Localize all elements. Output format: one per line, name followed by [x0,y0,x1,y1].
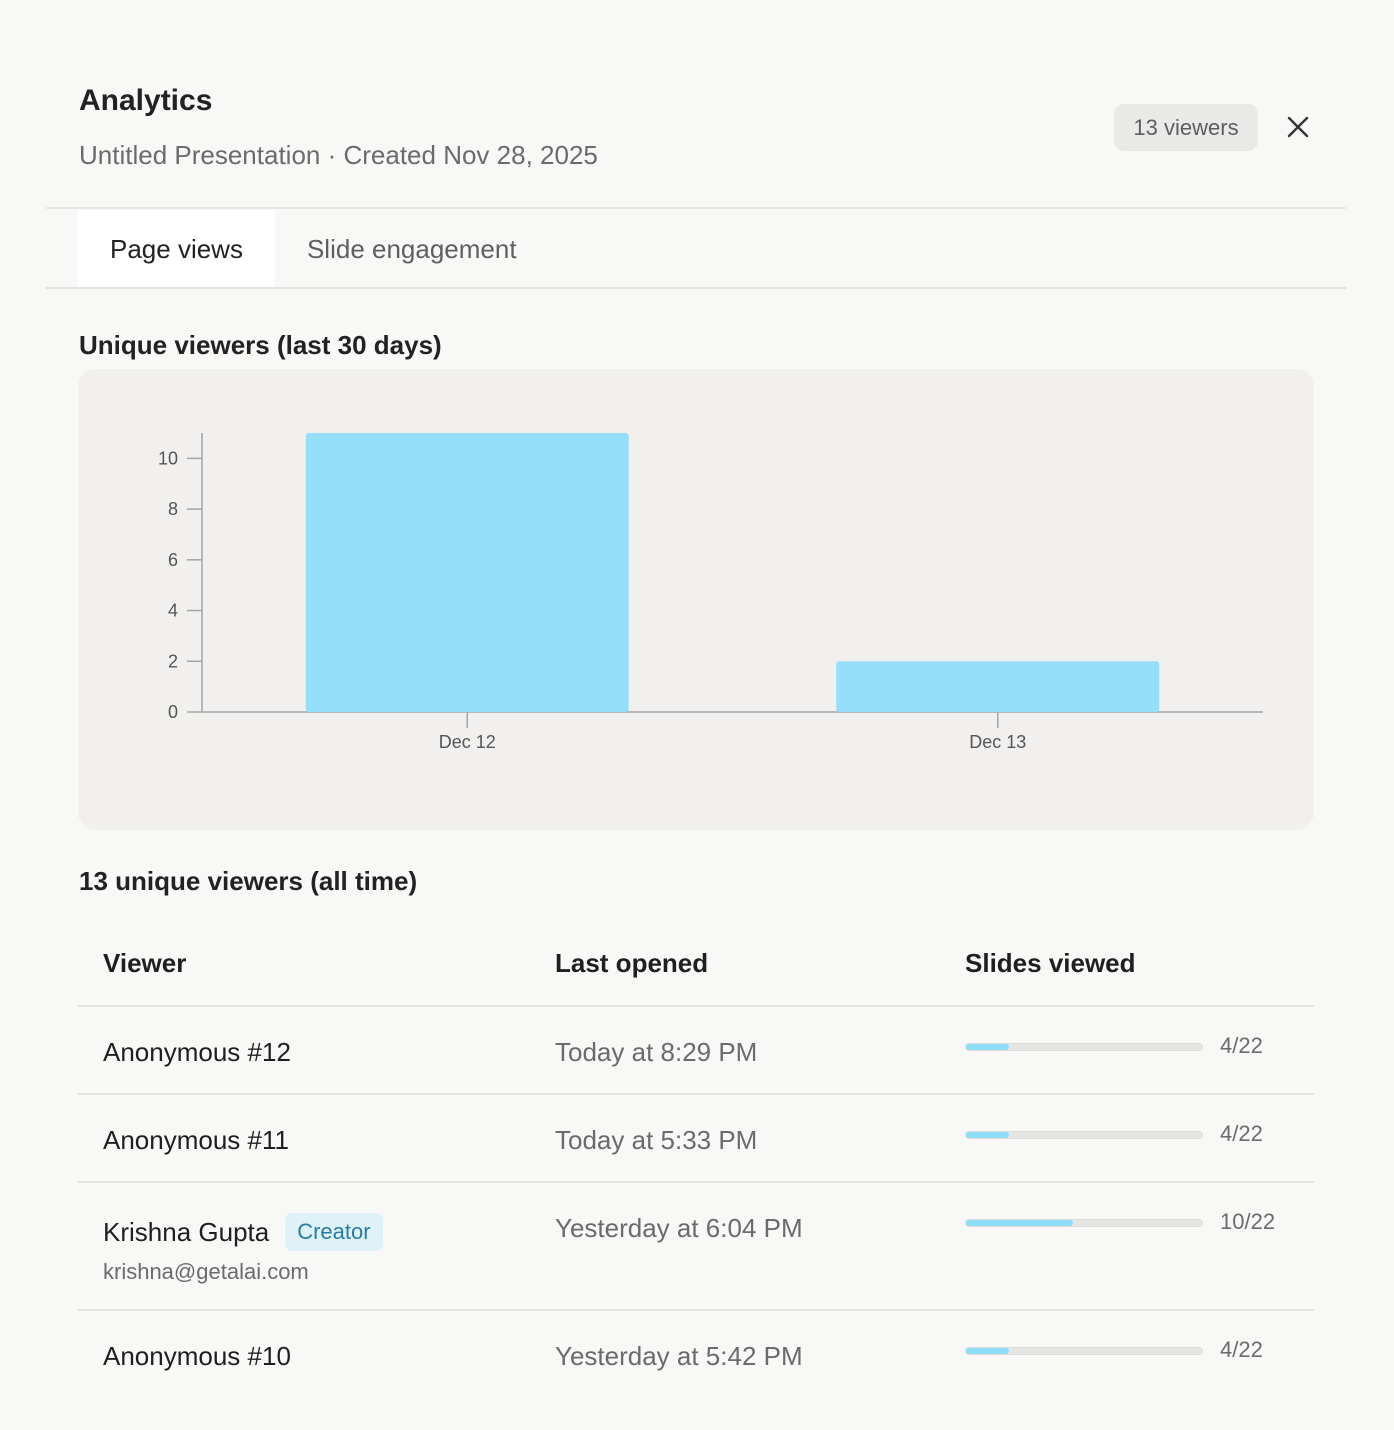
creator-badge: Creator [285,1213,383,1251]
header-last-opened: Last opened [555,948,709,978]
slides-viewed-count: 4/22 [1220,1337,1263,1362]
viewer-name: Krishna Gupta Creator [103,1213,383,1251]
header-slides-viewed: Slides viewed [965,948,1136,978]
viewers-section-title: 13 unique viewers (all time) [79,866,418,896]
chart-bar [836,661,1160,712]
viewers-table: Viewer Last opened Slides viewed Anonymo… [78,920,1314,1399]
tab-bar: Page views Slide engagement [78,210,549,288]
last-opened: Today at 8:29 PM [555,1037,758,1067]
header-divider [46,207,1346,209]
header-viewer: Viewer [103,948,187,978]
viewer-name: Anonymous #10 [103,1341,291,1371]
viewer-email: krishna@getalai.com [103,1259,309,1284]
slides-viewed-count: 4/22 [1220,1121,1263,1146]
slides-viewed-count: 4/22 [1220,1033,1263,1058]
table-row[interactable]: Anonymous #11 Today at 5:33 PM 4/22 [78,1095,1314,1183]
unique-viewers-chart: 0 2 4 6 8 10 Dec 12 Dec 13 [158,433,1263,752]
y-tick-label: 4 [168,601,178,621]
tabs-divider [46,287,1346,289]
progress-fill [966,1220,1074,1226]
y-tick-label: 8 [168,499,178,519]
chart-card: 0 2 4 6 8 10 Dec 12 Dec 13 [78,369,1314,830]
chart-bar [305,433,629,712]
viewer-name: Anonymous #12 [103,1037,291,1067]
y-tick-label: 0 [168,702,178,722]
viewer-name: Anonymous #11 [103,1125,289,1155]
table-row[interactable]: Anonymous #12 Today at 8:29 PM 4/22 [78,1007,1314,1095]
tab-page-views[interactable]: Page views [78,210,275,288]
modal-title: Analytics [79,84,213,117]
x-tick-label: Dec 12 [439,732,496,752]
last-opened: Yesterday at 5:42 PM [555,1341,803,1371]
close-icon [1287,116,1309,138]
slides-progress-bar [965,1219,1203,1227]
viewers-count-badge: 13 viewers [1114,104,1258,151]
y-tick-label: 6 [168,550,178,570]
slides-progress-bar [965,1131,1203,1139]
progress-fill [966,1132,1009,1138]
close-button[interactable] [1282,111,1314,143]
progress-fill [966,1348,1009,1354]
table-header: Viewer Last opened Slides viewed [78,920,1314,1007]
y-tick-label: 10 [158,448,178,468]
analytics-modal: Analytics Untitled Presentation · Create… [0,0,1394,1430]
y-tick-label: 2 [168,651,178,671]
last-opened: Yesterday at 6:04 PM [555,1213,803,1243]
slides-progress-bar [965,1347,1203,1355]
last-opened: Today at 5:33 PM [555,1125,758,1155]
x-tick-label: Dec 13 [969,732,1026,752]
tab-slide-engagement[interactable]: Slide engagement [275,210,549,288]
table-row[interactable]: Krishna Gupta Creator krishna@getalai.co… [78,1183,1314,1311]
progress-fill [966,1044,1009,1050]
slides-viewed-count: 10/22 [1220,1209,1276,1234]
chart-title: Unique viewers (last 30 days) [79,330,442,360]
presentation-subtitle: Untitled Presentation · Created Nov 28, … [79,140,598,170]
slides-progress-bar [965,1043,1203,1051]
table-row[interactable]: Anonymous #10 Yesterday at 5:42 PM 4/22 [78,1311,1314,1399]
